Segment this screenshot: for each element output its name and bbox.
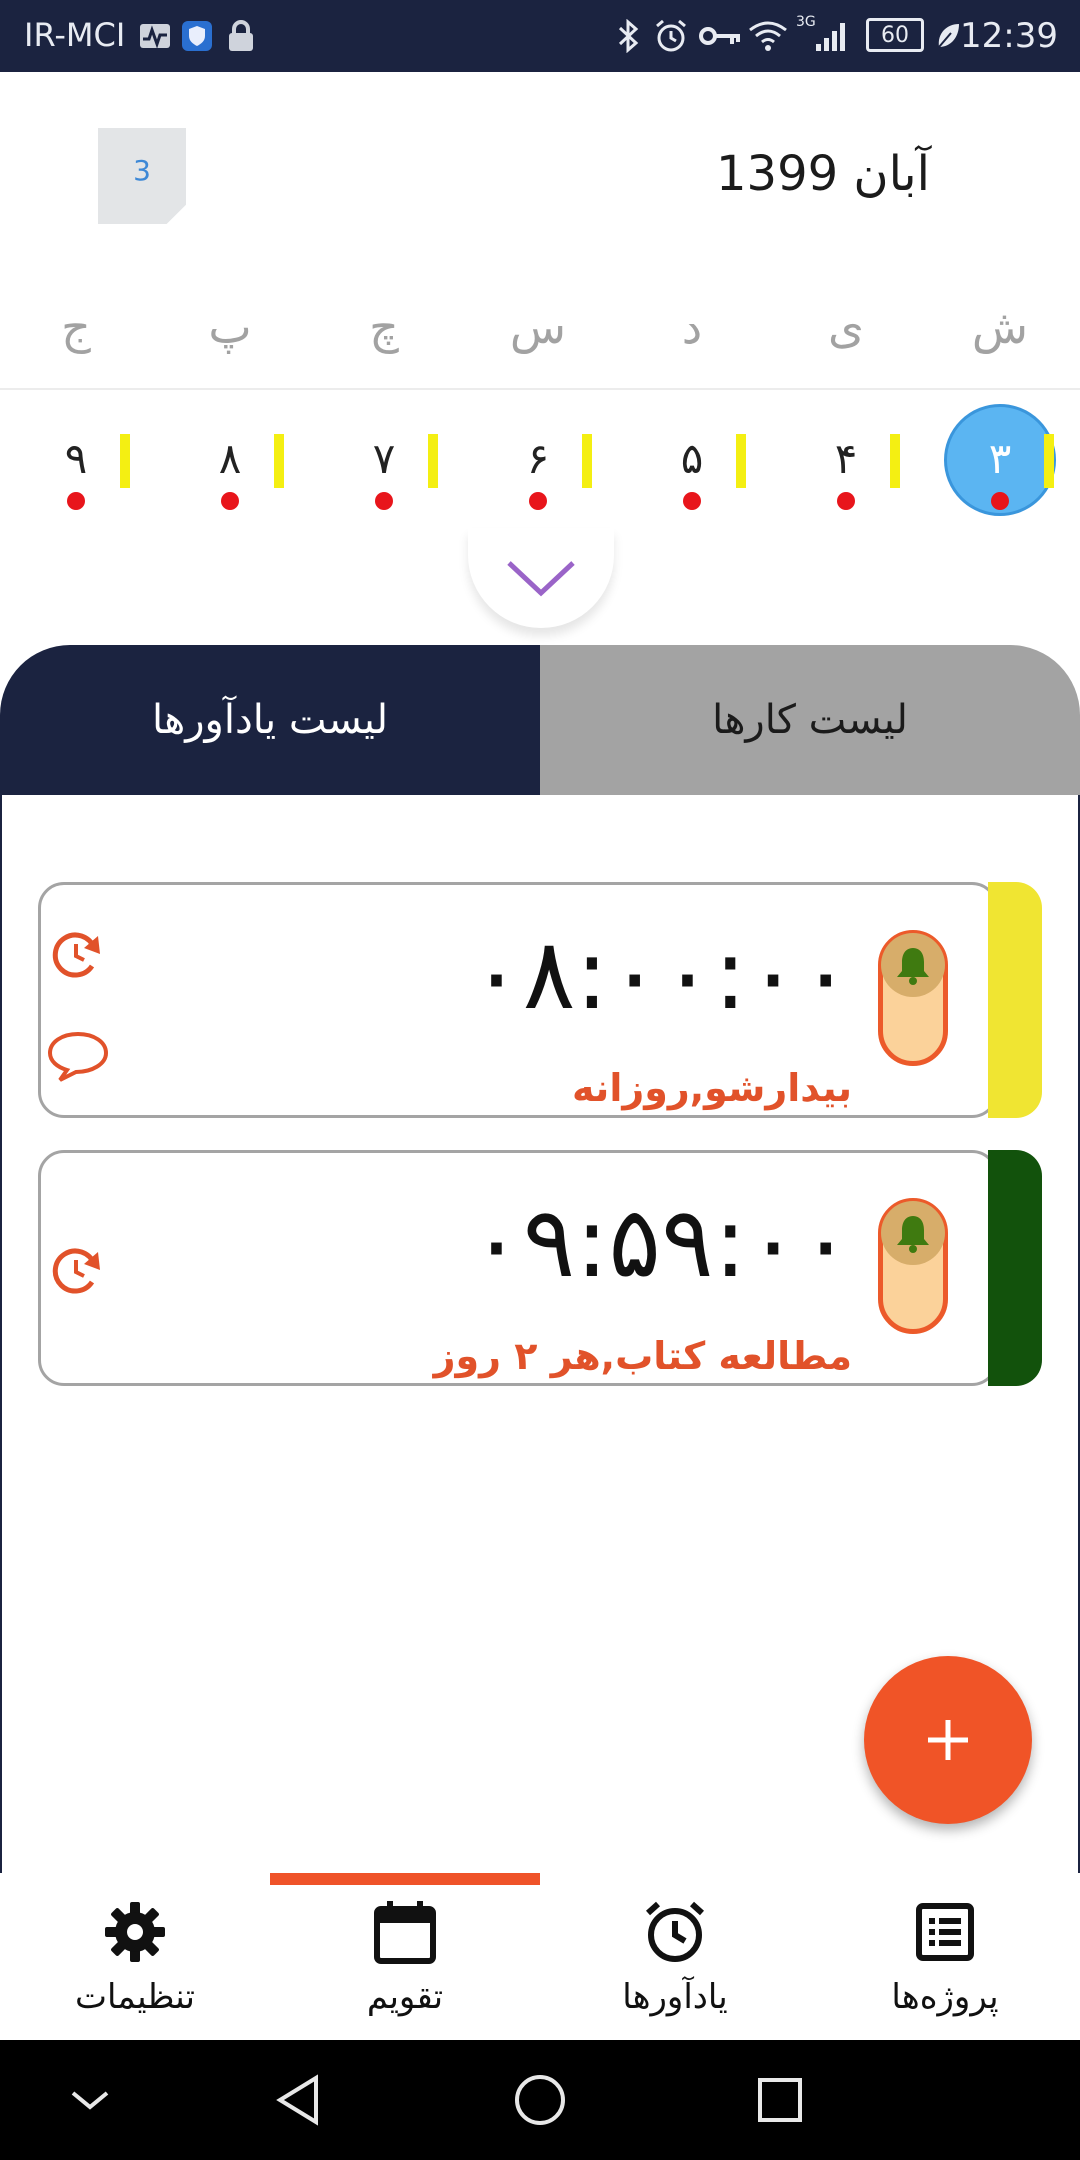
day-marker	[428, 434, 438, 488]
reminder-time: ۰۹:۵۹:۰۰	[470, 1186, 852, 1300]
day-marker	[120, 434, 130, 488]
day-cell[interactable]: ۶	[488, 410, 592, 510]
add-reminder-button[interactable]	[864, 1656, 1032, 1824]
list-tabs: لیست یادآورها لیست کارها	[0, 645, 1080, 795]
event-dot	[375, 492, 393, 510]
alarm-icon	[652, 18, 690, 54]
day-cell[interactable]: ۴	[796, 410, 900, 510]
repeat-icon[interactable]	[46, 1240, 106, 1300]
event-dot	[837, 492, 855, 510]
activity-icon	[138, 18, 172, 54]
expand-calendar-button[interactable]	[468, 528, 614, 628]
weekday-label: ج	[61, 300, 91, 354]
reminder-title: مطالعه کتاب,هر ۲ روز	[433, 1334, 852, 1378]
day-number: ۸	[218, 434, 242, 483]
weekday-label: چ	[369, 300, 399, 354]
day-number: ۹	[64, 434, 88, 483]
month-title: آبان 1399	[716, 146, 930, 202]
day-number: ۴	[834, 434, 858, 483]
divider	[0, 388, 1080, 390]
day-cell[interactable]: ۹	[26, 410, 130, 510]
key-icon	[698, 18, 742, 54]
recents-button[interactable]	[720, 2040, 840, 2160]
bell-icon	[897, 948, 929, 985]
nav-settings-label: تنظیمات	[75, 1977, 195, 2017]
battery-icon: 60	[866, 18, 924, 52]
nav-calendar-label: تقویم	[366, 1977, 444, 2017]
leaf-icon	[934, 18, 962, 54]
day-number: ۵	[680, 434, 704, 483]
day-marker	[582, 434, 592, 488]
lock-icon	[224, 18, 258, 54]
toggle-knob	[881, 933, 945, 997]
clock: 12:39	[960, 16, 1058, 56]
day-cell-selected[interactable]: ۳	[944, 404, 1056, 516]
reminder-toggle[interactable]	[878, 1198, 948, 1334]
bluetooth-icon	[614, 18, 642, 54]
day-marker	[274, 434, 284, 488]
bell-icon	[897, 1216, 929, 1253]
event-dot	[67, 492, 85, 510]
reminder-color-stripe	[988, 1150, 1042, 1386]
calendar-icon	[270, 1897, 540, 1967]
carrier-name: IR-MCI	[24, 16, 126, 54]
recents-square-icon	[758, 2078, 802, 2122]
reminder-card[interactable]: ۰۹:۵۹:۰۰ مطالعه کتاب,هر ۲ روز	[38, 1150, 1042, 1386]
chevron-down-icon	[507, 561, 575, 597]
weekday-label: پ	[208, 300, 252, 354]
nav-reminders[interactable]: یادآورها	[540, 1873, 810, 2040]
list-icon	[810, 1897, 1080, 1967]
day-number: ۳	[988, 434, 1012, 483]
alarm-clock-icon	[540, 1897, 810, 1967]
day-marker	[890, 434, 900, 488]
tab-tasks-list[interactable]: لیست کارها	[540, 645, 1080, 795]
nav-settings[interactable]: تنظیمات	[0, 1873, 270, 2040]
wifi-icon	[748, 18, 788, 54]
status-bar: IR-MCI 3G 60 12:39	[0, 0, 1080, 72]
weekday-label: د	[681, 300, 703, 354]
day-cell[interactable]: ۸	[180, 410, 284, 510]
back-triangle-icon	[276, 2074, 318, 2126]
reminder-color-stripe	[988, 882, 1042, 1118]
today-button[interactable]: 3	[98, 128, 186, 224]
event-dot	[683, 492, 701, 510]
shield-icon	[180, 18, 214, 54]
day-marker	[1044, 434, 1054, 488]
event-dot	[221, 492, 239, 510]
reminder-time: ۰۸:۰۰:۰۰	[470, 918, 852, 1032]
nav-calendar[interactable]: تقویم	[270, 1873, 540, 2040]
weekday-label: س	[509, 300, 567, 354]
day-cell[interactable]: ۵	[642, 410, 746, 510]
comment-icon[interactable]	[46, 1028, 110, 1084]
event-dot	[529, 492, 547, 510]
home-circle-icon	[515, 2075, 565, 2125]
home-button[interactable]	[480, 2040, 600, 2160]
reminder-card[interactable]: ۰۸:۰۰:۰۰ بیدارشو,روزانه	[38, 882, 1042, 1118]
toggle-knob	[881, 1201, 945, 1265]
day-cell[interactable]: ۷	[334, 410, 438, 510]
nav-projects[interactable]: پروژه‌ها	[810, 1873, 1080, 2040]
today-label: 3	[133, 154, 151, 187]
network-type: 3G	[796, 14, 816, 30]
reminder-toggle[interactable]	[878, 930, 948, 1066]
chevron-down-icon	[71, 2091, 109, 2110]
event-dot	[991, 492, 1009, 510]
day-marker	[736, 434, 746, 488]
reminder-title: بیدارشو,روزانه	[572, 1066, 852, 1110]
plus-icon	[928, 1720, 968, 1760]
nav-projects-label: پروژه‌ها	[891, 1977, 999, 2017]
weekday-label: ی	[827, 300, 864, 354]
repeat-icon[interactable]	[46, 924, 106, 984]
back-button[interactable]	[240, 2040, 360, 2160]
tab-reminders-list[interactable]: لیست یادآورها	[0, 645, 540, 795]
gear-icon	[0, 1897, 270, 1967]
day-number: ۷	[372, 434, 396, 483]
weekday-label: ش	[971, 300, 1029, 354]
signal-icon	[814, 18, 850, 54]
battery-level: 60	[881, 23, 909, 48]
nav-reminders-label: یادآورها	[622, 1977, 728, 2017]
day-number: ۶	[526, 434, 550, 483]
hide-nav-button[interactable]	[30, 2040, 150, 2160]
